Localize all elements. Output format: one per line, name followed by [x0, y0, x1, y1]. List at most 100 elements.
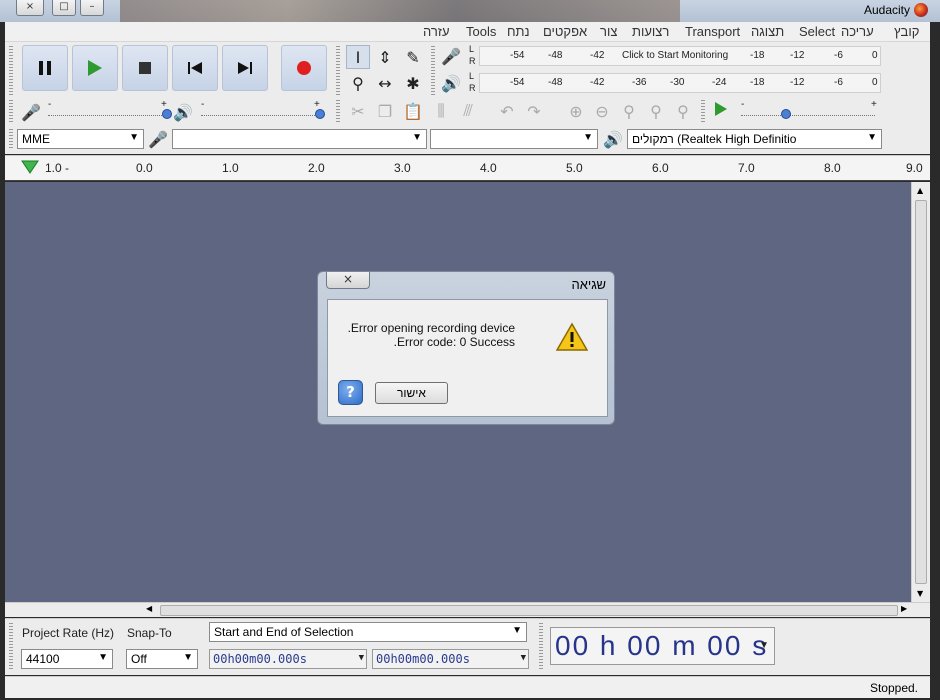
edit-grip[interactable]: [336, 100, 340, 124]
vertical-scrollbar[interactable]: ▲ ▼: [911, 182, 930, 602]
scroll-up-icon[interactable]: ▲: [917, 186, 923, 195]
paste-button[interactable]: 📋: [401, 99, 425, 123]
play-at-speed-button[interactable]: [709, 99, 733, 123]
selection-toolbar: Project Rate (Hz) 44100 ▼ Snap-To Off ▼ St…: [5, 618, 930, 675]
dialog-title: שגיאה: [571, 277, 606, 292]
error-message-line2: .Error code: 0 Success: [393, 335, 515, 349]
undo-button[interactable]: ↶: [495, 99, 519, 123]
multi-tool-button[interactable]: ✱: [401, 71, 425, 95]
redo-button[interactable]: ↷: [522, 99, 546, 123]
playback-device-select[interactable]: רמקולים (Realtek High Definitio ▼: [627, 129, 882, 149]
playback-volume-thumb[interactable]: [315, 109, 325, 119]
selection-grip[interactable]: [9, 623, 13, 671]
menu-transport[interactable]: Transport: [685, 24, 740, 39]
ruler-tick: 4.0: [480, 161, 497, 175]
selection-mode-select[interactable]: Start and End of Selection ▼: [209, 622, 527, 642]
fit-project-button[interactable]: ⚲: [644, 99, 668, 123]
recording-channels-select[interactable]: ▼: [430, 129, 598, 149]
record-meter[interactable]: -54 -48 -42 Click to Start Monitoring -1…: [479, 46, 881, 66]
play-at-speed-grip[interactable]: [701, 100, 705, 124]
play-speed-thumb[interactable]: [781, 109, 791, 119]
help-button[interactable]: ?: [338, 380, 363, 405]
horizontal-scrollbar[interactable]: ◀ ▶: [5, 602, 930, 617]
time-shift-icon: ↔: [378, 73, 392, 93]
vertical-scroll-thumb[interactable]: [915, 200, 927, 584]
skip-end-button[interactable]: [222, 45, 268, 91]
horizontal-scroll-thumb[interactable]: [160, 605, 898, 616]
chevron-down-icon: ▼: [520, 653, 526, 663]
menu-file[interactable]: קובץ: [894, 24, 919, 39]
speaker-icon: 🔊: [173, 102, 193, 122]
zoom-toggle-button[interactable]: ⚲: [671, 99, 695, 123]
tools-grip[interactable]: [336, 46, 340, 96]
stop-button[interactable]: [122, 45, 168, 91]
record-meter-button[interactable]: 🎤: [439, 44, 463, 68]
zoom-in-button[interactable]: ⊕: [564, 99, 588, 123]
selection-end-time[interactable]: 00h00m00.000s ▼: [372, 649, 529, 669]
microphone-icon: 🎤: [148, 129, 168, 149]
menu-select[interactable]: Select: [799, 24, 835, 39]
ok-button[interactable]: אישור: [375, 382, 448, 404]
app-title: Audacity: [863, 3, 910, 17]
zoom-out-button[interactable]: ⊖: [590, 99, 614, 123]
toolbar-area: I ⇕ ✎ ⚲ ↔ ✱ 🎤 L R -54 -48 -42 Click to S…: [5, 42, 930, 154]
error-message-line1: .Error opening recording device: [347, 321, 515, 335]
scroll-left-icon[interactable]: ◀: [146, 604, 152, 613]
scroll-right-icon[interactable]: ▶: [901, 604, 907, 613]
close-window-button[interactable]: ×: [16, 0, 44, 16]
scroll-down-icon[interactable]: ▼: [917, 589, 923, 598]
dialog-close-button[interactable]: ×: [326, 272, 370, 289]
copy-button[interactable]: ❐: [373, 99, 397, 123]
record-button[interactable]: [281, 45, 327, 91]
menu-analyze[interactable]: נתח: [507, 24, 530, 39]
trim-button[interactable]: ⫼: [429, 99, 453, 123]
device-grip[interactable]: [9, 129, 13, 149]
pause-button[interactable]: [22, 45, 68, 91]
envelope-tool-button[interactable]: ⇕: [373, 45, 397, 69]
ruler-tick: 9.0: [906, 161, 923, 175]
playback-meter-button[interactable]: 🔊: [439, 71, 463, 95]
mixer-grip[interactable]: [9, 100, 13, 124]
maximize-window-button[interactable]: □: [52, 0, 76, 16]
menu-effects[interactable]: אפקטים: [543, 24, 587, 39]
record-meter-prompt[interactable]: Click to Start Monitoring: [622, 50, 728, 61]
fit-selection-button[interactable]: ⚲: [617, 99, 641, 123]
cut-button[interactable]: ✂: [346, 99, 370, 123]
meter-grip[interactable]: [431, 46, 435, 96]
playback-volume-slider[interactable]: [201, 104, 325, 119]
project-rate-select[interactable]: 44100 ▼: [21, 649, 113, 669]
menu-edit[interactable]: עריכה: [841, 24, 874, 39]
ruler-tick: 5.0: [566, 161, 583, 175]
silence-button[interactable]: ⫻: [456, 99, 480, 123]
draw-tool-button[interactable]: ✎: [401, 45, 425, 69]
recording-device-select[interactable]: ▼: [172, 129, 427, 149]
play-button[interactable]: [72, 45, 118, 91]
time-shift-tool-button[interactable]: ↔: [373, 71, 397, 95]
warning-icon: [555, 322, 589, 355]
audio-position-display[interactable]: 00 h 00 m 00 s ▼: [550, 627, 775, 665]
menu-bar: קובץ עריכה Select תצוגה Transport רצועות…: [5, 22, 930, 42]
menu-help[interactable]: עזרה: [423, 24, 450, 39]
snap-to-select[interactable]: Off ▼: [126, 649, 198, 669]
selection-tool-button[interactable]: I: [346, 45, 370, 69]
status-text: Stopped.: [869, 681, 918, 695]
zoom-tool-button[interactable]: ⚲: [346, 71, 370, 95]
timeline-ruler[interactable]: 1.0 - 0.0 1.0 2.0 3.0 4.0 5.0 6.0 7.0 8.…: [5, 155, 930, 181]
menu-tracks[interactable]: רצועות: [632, 24, 669, 39]
play-speed-slider[interactable]: [741, 104, 875, 119]
minimize-window-button[interactable]: –: [80, 0, 104, 16]
menu-generate[interactable]: צור: [600, 24, 617, 39]
speaker-icon: 🔊: [441, 73, 461, 93]
recording-volume-slider[interactable]: [48, 104, 172, 119]
menu-tools[interactable]: Tools: [466, 24, 496, 39]
playback-meter[interactable]: -54 -48 -42 -36 -30 -24 -18 -12 -6 0: [479, 73, 881, 93]
selection-start-time[interactable]: 00h00m00.000s ▼: [209, 649, 367, 669]
audio-host-select[interactable]: MME ▼: [17, 129, 144, 149]
skip-start-button[interactable]: [172, 45, 218, 91]
time-grip[interactable]: [539, 623, 543, 671]
ruler-tick: 7.0: [738, 161, 755, 175]
scissors-icon: ✂: [351, 101, 365, 121]
pinned-play-head-icon[interactable]: [21, 160, 39, 177]
transport-grip[interactable]: [9, 46, 13, 96]
menu-view[interactable]: תצוגה: [751, 24, 784, 39]
